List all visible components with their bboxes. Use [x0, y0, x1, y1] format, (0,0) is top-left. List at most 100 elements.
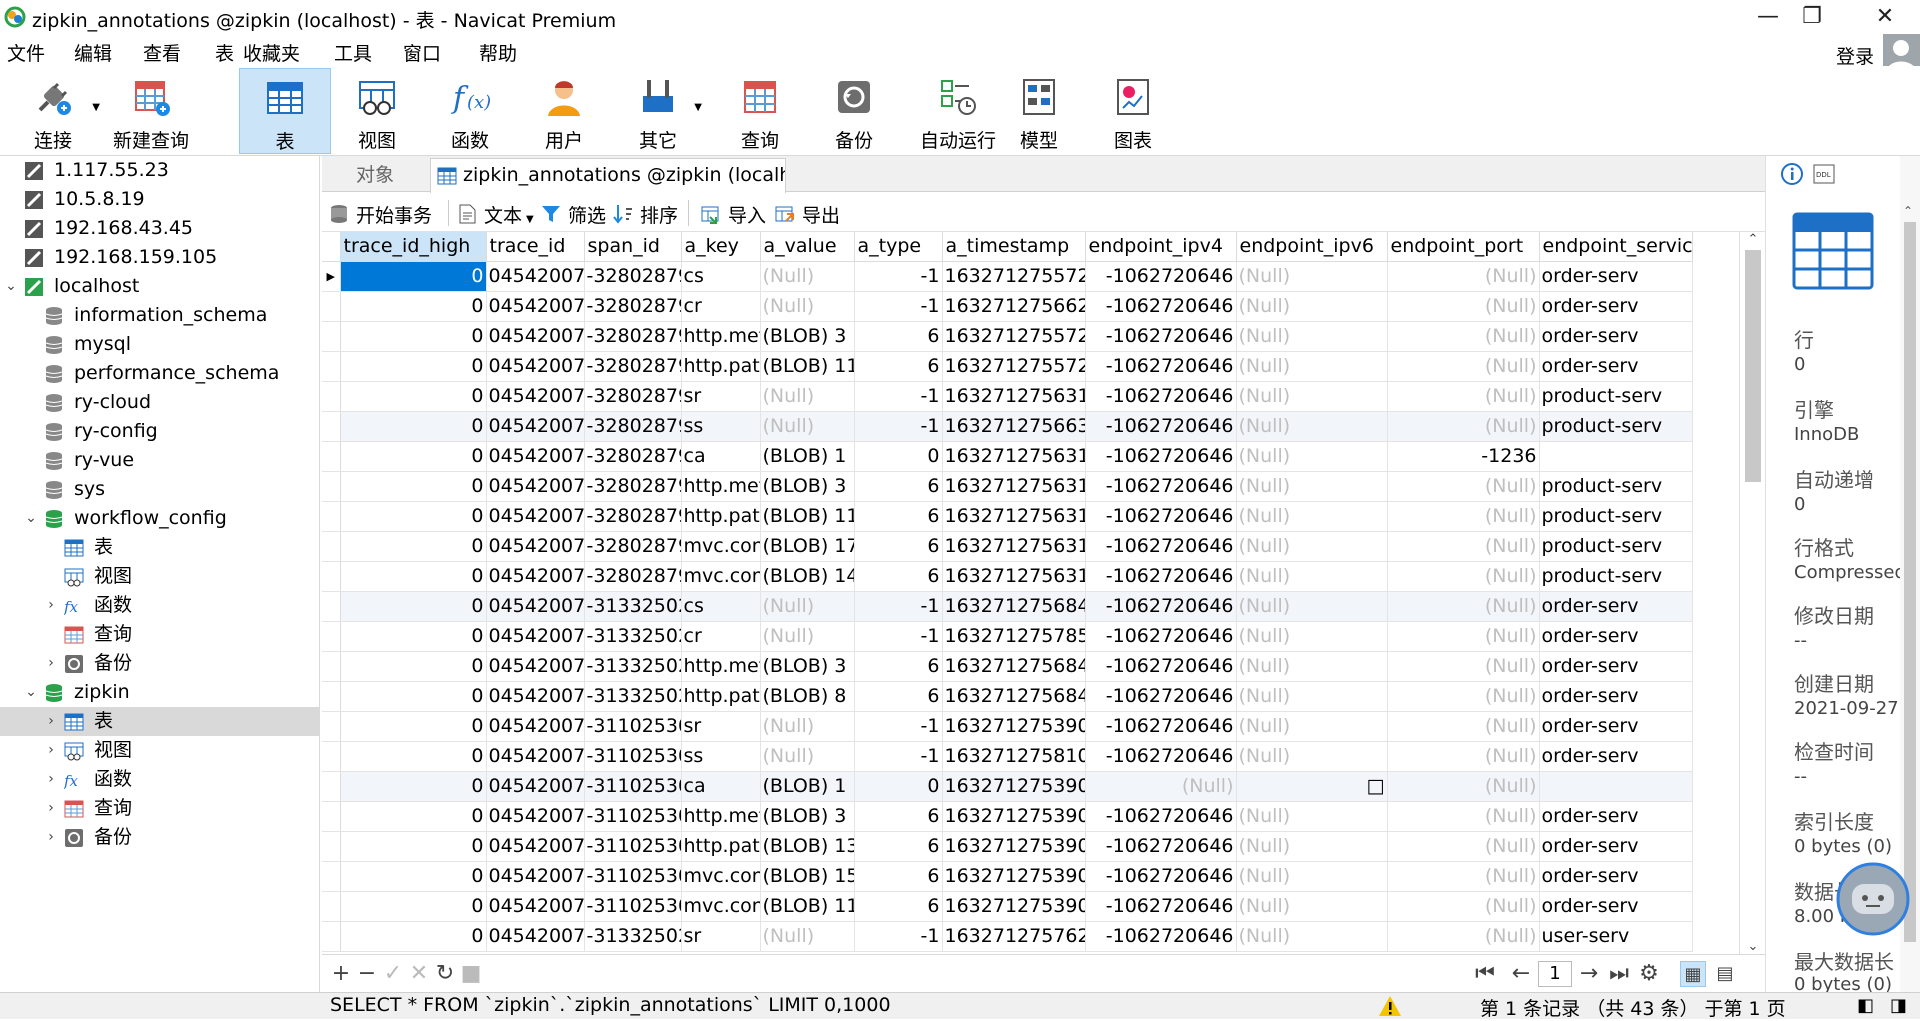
- table-cell[interactable]: (Null): [1387, 831, 1540, 862]
- table-row[interactable]: ▶00454200791-328028799cs(Null)-116327127…: [322, 261, 1693, 292]
- table-cell[interactable]: -1062720646: [1085, 621, 1237, 652]
- tab-objects[interactable]: 对象: [322, 158, 428, 192]
- table-cell[interactable]: -313325029: [584, 591, 682, 622]
- table-cell[interactable]: 0: [340, 531, 487, 562]
- row-indicator[interactable]: [322, 471, 341, 502]
- table-cell[interactable]: -1: [854, 261, 943, 292]
- table-cell[interactable]: 1632712753905349: [942, 891, 1086, 922]
- table-cell[interactable]: (Null): [1085, 771, 1237, 802]
- table-cell[interactable]: (Null): [1236, 831, 1388, 862]
- function-button[interactable]: f (x) 函数: [434, 68, 506, 154]
- table-cell[interactable]: mvc.cont: [681, 861, 761, 892]
- table-cell[interactable]: (Null): [1387, 621, 1540, 652]
- new-query-button[interactable]: 新建查询: [108, 68, 194, 154]
- row-indicator[interactable]: [322, 771, 341, 802]
- table-cell[interactable]: http.met: [681, 471, 761, 502]
- column-header[interactable]: endpoint_port: [1387, 232, 1540, 262]
- table-cell[interactable]: 1632712756840234: [942, 681, 1086, 712]
- table-cell[interactable]: 6: [854, 651, 943, 682]
- tree-views-node[interactable]: › 视图: [48, 736, 319, 765]
- table-cell[interactable]: 0: [340, 831, 487, 862]
- table-cell[interactable]: -1062720646: [1085, 291, 1237, 322]
- table-cell[interactable]: (BLOB) 8 b: [760, 681, 855, 712]
- table-cell[interactable]: sr: [681, 921, 761, 952]
- table-cell[interactable]: -328028799: [584, 561, 682, 592]
- table-row[interactable]: 00454200791-328028799ss(Null)-1163271275…: [322, 411, 1693, 442]
- text-view-button[interactable]: 文本 ▼: [456, 201, 534, 227]
- table-cell[interactable]: -328028799: [584, 381, 682, 412]
- chevron-down-icon[interactable]: ▼: [526, 214, 534, 225]
- table-cell[interactable]: 0454200791: [486, 651, 585, 682]
- table-cell[interactable]: (Null): [1236, 651, 1388, 682]
- table-cell[interactable]: 1632712753905349: [942, 771, 1086, 802]
- database-node[interactable]: mysql: [44, 330, 319, 359]
- menu-view[interactable]: 查看: [143, 39, 181, 66]
- table-cell[interactable]: order-serv: [1539, 681, 1693, 712]
- table-cell[interactable]: 0: [340, 861, 487, 892]
- connection-node[interactable]: 1.117.55.23: [24, 156, 319, 185]
- column-header[interactable]: a_timestamp: [942, 232, 1086, 262]
- table-cell[interactable]: 0454200791: [486, 861, 585, 892]
- table-cell[interactable]: □: [1236, 771, 1388, 802]
- discard-changes-icon[interactable]: ✕: [406, 961, 432, 987]
- grid-view-icon[interactable]: ▦: [1680, 961, 1706, 987]
- table-cell[interactable]: mvc.cont: [681, 531, 761, 562]
- table-cell[interactable]: (Null): [1387, 501, 1540, 532]
- begin-transaction-button[interactable]: 开始事务: [328, 201, 432, 227]
- table-cell[interactable]: -328028799: [584, 291, 682, 322]
- table-cell[interactable]: 0454200791: [486, 801, 585, 832]
- backup-button[interactable]: 备份: [818, 68, 890, 154]
- column-header[interactable]: span_id: [584, 232, 682, 262]
- chevron-down-icon[interactable]: ⌄: [22, 678, 40, 707]
- table-row[interactable]: 00454200791-328028799http.met(BLOB) 3 b6…: [322, 321, 1693, 352]
- table-cell[interactable]: 0: [340, 681, 487, 712]
- query-button[interactable]: 查询: [724, 68, 796, 154]
- other-button[interactable]: 其它 ▼: [622, 68, 702, 154]
- table-row[interactable]: 00454200791-313325029sr(Null)-1163271275…: [322, 921, 1693, 952]
- database-node[interactable]: sys: [44, 475, 319, 504]
- table-cell[interactable]: 0: [340, 621, 487, 652]
- row-indicator[interactable]: [322, 291, 341, 322]
- table-cell[interactable]: 6: [854, 861, 943, 892]
- connection-node-localhost[interactable]: ⌄ localhost: [5, 272, 319, 301]
- table-cell[interactable]: (Null): [1387, 771, 1540, 802]
- sort-button[interactable]: 排序: [612, 201, 678, 227]
- database-node-workflow-config[interactable]: ⌄ workflow_config: [25, 504, 319, 533]
- login-link[interactable]: 登录: [1836, 42, 1874, 69]
- chevron-down-icon[interactable]: ▼: [92, 102, 100, 113]
- table-cell[interactable]: 1632712753905349: [942, 831, 1086, 862]
- table-cell[interactable]: cs: [681, 261, 761, 292]
- table-cell[interactable]: (BLOB) 13: [760, 831, 855, 862]
- table-cell[interactable]: (Null): [1236, 321, 1388, 352]
- table-cell[interactable]: sr: [681, 711, 761, 742]
- table-cell[interactable]: (Null): [1236, 621, 1388, 652]
- row-indicator[interactable]: [322, 381, 341, 412]
- table-cell[interactable]: (Null): [1387, 741, 1540, 772]
- table-cell[interactable]: (Null): [1387, 801, 1540, 832]
- table-cell[interactable]: -311025309: [584, 861, 682, 892]
- table-cell[interactable]: product-serv: [1539, 411, 1693, 442]
- table-cell[interactable]: order-serv: [1539, 261, 1693, 292]
- row-indicator[interactable]: [322, 651, 341, 682]
- table-cell[interactable]: (BLOB) 11: [760, 351, 855, 382]
- tree-backups-node[interactable]: › 备份: [48, 649, 319, 678]
- table-cell[interactable]: 1632712757852635: [942, 621, 1086, 652]
- table-cell[interactable]: (Null): [1236, 291, 1388, 322]
- ddl-icon[interactable]: DDL: [1812, 162, 1836, 186]
- table-cell[interactable]: order-serv: [1539, 831, 1693, 862]
- connection-node[interactable]: 192.168.159.105: [24, 243, 319, 272]
- table-cell[interactable]: (BLOB) 1 b: [760, 771, 855, 802]
- table-toolbar-button[interactable]: 表: [239, 68, 331, 154]
- table-cell[interactable]: -1: [854, 711, 943, 742]
- data-grid[interactable]: trace_id_high trace_id span_id a_key a_v…: [322, 232, 1739, 954]
- table-cell[interactable]: http.path: [681, 831, 761, 862]
- next-page-icon[interactable]: →: [1576, 961, 1602, 987]
- chevron-right-icon[interactable]: ›: [42, 707, 60, 736]
- table-cell[interactable]: 6: [854, 681, 943, 712]
- view-button[interactable]: 视图: [341, 68, 413, 154]
- menu-tools[interactable]: 工具: [334, 39, 372, 66]
- table-cell[interactable]: 0: [340, 261, 487, 292]
- table-cell[interactable]: order-serv: [1539, 741, 1693, 772]
- tree-backups-node[interactable]: › 备份: [48, 823, 319, 852]
- table-cell[interactable]: (Null): [1236, 471, 1388, 502]
